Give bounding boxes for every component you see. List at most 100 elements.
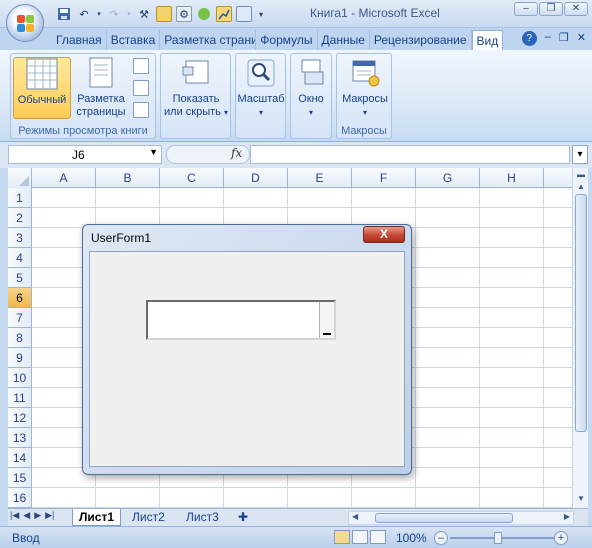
full-screen-icon[interactable] [133, 102, 149, 118]
save-icon[interactable] [56, 6, 72, 22]
window-dropdown-icon: ▾ [308, 108, 313, 117]
row-header[interactable]: 9 [8, 348, 32, 368]
userform-textbox[interactable] [146, 300, 336, 340]
zoom-button[interactable]: Масштаб ▾ [236, 57, 286, 119]
scroll-up-icon[interactable]: ▲ [574, 180, 588, 194]
scroll-right-icon[interactable]: ▶ [564, 512, 570, 521]
help-icon[interactable]: ? [521, 31, 537, 46]
custom-views-icon[interactable] [133, 80, 149, 96]
redo-dropdown-icon[interactable]: ▾ [126, 6, 132, 22]
last-sheet-icon[interactable]: ▶| [45, 510, 54, 521]
row-header[interactable]: 4 [8, 248, 32, 268]
row-header[interactable]: 7 [8, 308, 32, 328]
expand-formula-bar-icon[interactable]: ▾ [572, 145, 588, 164]
page-break-preview-icon[interactable] [133, 58, 149, 74]
horizontal-scrollbar[interactable]: ◀ ▶ [348, 511, 574, 525]
column-header-g[interactable]: G [416, 168, 480, 188]
zoom-slider-thumb[interactable] [494, 532, 502, 544]
normal-view-icon[interactable] [334, 530, 350, 544]
column-header-a[interactable]: A [32, 168, 96, 188]
chart-icon[interactable] [216, 6, 232, 22]
tab-view[interactable]: Вид [471, 30, 504, 50]
zoom-in-icon[interactable]: + [554, 531, 568, 545]
sheet-tab-2[interactable]: Лист2 [126, 509, 171, 526]
gridline [32, 207, 572, 208]
vertical-scrollbar[interactable]: ▬ ▲ ▼ [572, 168, 588, 508]
textbox-resize-icon[interactable] [319, 302, 334, 338]
vertical-scroll-thumb[interactable] [575, 194, 587, 432]
page-layout-view-icon[interactable] [352, 530, 368, 544]
ribbon-restore-icon[interactable]: ❐ [559, 31, 569, 46]
column-header-c[interactable]: C [160, 168, 224, 188]
scroll-down-icon[interactable]: ▼ [574, 492, 588, 506]
design-icon[interactable]: ⚙ [176, 6, 192, 22]
zoom-out-icon[interactable]: – [434, 531, 448, 545]
zoom-slider[interactable] [450, 537, 554, 539]
first-sheet-icon[interactable]: |◀ [10, 510, 19, 521]
select-all-button[interactable] [8, 168, 32, 188]
column-header-e[interactable]: E [288, 168, 352, 188]
window-button[interactable]: Окно ▾ [291, 57, 331, 119]
userform-close-button[interactable]: X [363, 226, 405, 243]
row-header[interactable]: 14 [8, 448, 32, 468]
row-header[interactable]: 2 [8, 208, 32, 228]
office-button[interactable] [6, 4, 44, 42]
name-box[interactable]: J6 ▼ [8, 145, 162, 164]
tab-formulas[interactable]: Формулы [256, 30, 318, 50]
row-header[interactable]: 3 [8, 228, 32, 248]
undo-dropdown-icon[interactable]: ▾ [96, 6, 102, 22]
zoom-level[interactable]: 100% [396, 531, 427, 545]
insert-sheet-icon[interactable]: ✚ [232, 509, 254, 526]
tab-page-layout[interactable]: Разметка страницы [160, 30, 257, 50]
column-header-f[interactable]: F [352, 168, 416, 188]
show-hide-button[interactable]: Показать или скрыть ▾ [163, 57, 229, 119]
gridline [32, 487, 572, 488]
sheet-tab-1[interactable]: Лист1 [72, 509, 122, 526]
row-header[interactable]: 10 [8, 368, 32, 388]
next-sheet-icon[interactable]: ▶ [34, 510, 41, 521]
row-header[interactable]: 8 [8, 328, 32, 348]
page-layout-view-button[interactable]: Разметка страницы [73, 57, 129, 119]
redo-icon[interactable]: ↷ [106, 6, 122, 22]
prev-sheet-icon[interactable]: ◀ [23, 510, 30, 521]
record-icon[interactable] [196, 6, 212, 22]
tools-icon[interactable]: ⚒ [136, 6, 152, 22]
tab-home[interactable]: Главная [52, 30, 107, 50]
column-header-b[interactable]: B [96, 168, 160, 188]
horizontal-scroll-thumb[interactable] [375, 513, 513, 523]
normal-view-button[interactable]: Обычный [13, 57, 71, 119]
row-header[interactable]: 5 [8, 268, 32, 288]
column-header-d[interactable]: D [224, 168, 288, 188]
view-shortcuts [334, 530, 386, 544]
sheet-tab-3[interactable]: Лист3 [180, 509, 225, 526]
ribbon-minimize-icon[interactable]: – [545, 31, 551, 46]
normal-view-icon [26, 58, 58, 90]
close-window-icon[interactable]: ✕ [564, 2, 588, 16]
window-icon[interactable] [236, 6, 252, 22]
name-box-dropdown-icon[interactable]: ▼ [149, 147, 158, 157]
undo-icon[interactable]: ↶ [76, 6, 92, 22]
tab-review[interactable]: Рецензирование [370, 30, 472, 50]
ribbon-close-icon[interactable]: ✕ [577, 31, 586, 46]
group-zoom: Масштаб ▾ [235, 53, 286, 139]
row-header[interactable]: 16 [8, 488, 32, 508]
row-header[interactable]: 15 [8, 468, 32, 488]
tab-insert[interactable]: Вставка [107, 30, 161, 50]
row-header[interactable]: 11 [8, 388, 32, 408]
minimize-icon[interactable]: – [514, 2, 538, 16]
tab-data[interactable]: Данные [318, 30, 370, 50]
restore-icon[interactable]: ❐ [539, 2, 563, 16]
formula-input[interactable] [250, 145, 570, 164]
macros-button[interactable]: Макросы ▾ [339, 57, 391, 119]
row-header[interactable]: 12 [8, 408, 32, 428]
scroll-left-icon[interactable]: ◀ [352, 512, 358, 521]
customize-qat-icon[interactable]: ▾ [256, 6, 266, 22]
page-break-view-icon[interactable] [370, 530, 386, 544]
page-layout-icon [85, 57, 117, 89]
column-header-h[interactable]: H [480, 168, 544, 188]
row-header[interactable]: 1 [8, 188, 32, 208]
insert-function-icon[interactable]: fx [231, 146, 242, 160]
form-icon[interactable] [156, 6, 172, 22]
row-header-selected[interactable]: 6 [8, 288, 32, 308]
row-header[interactable]: 13 [8, 428, 32, 448]
